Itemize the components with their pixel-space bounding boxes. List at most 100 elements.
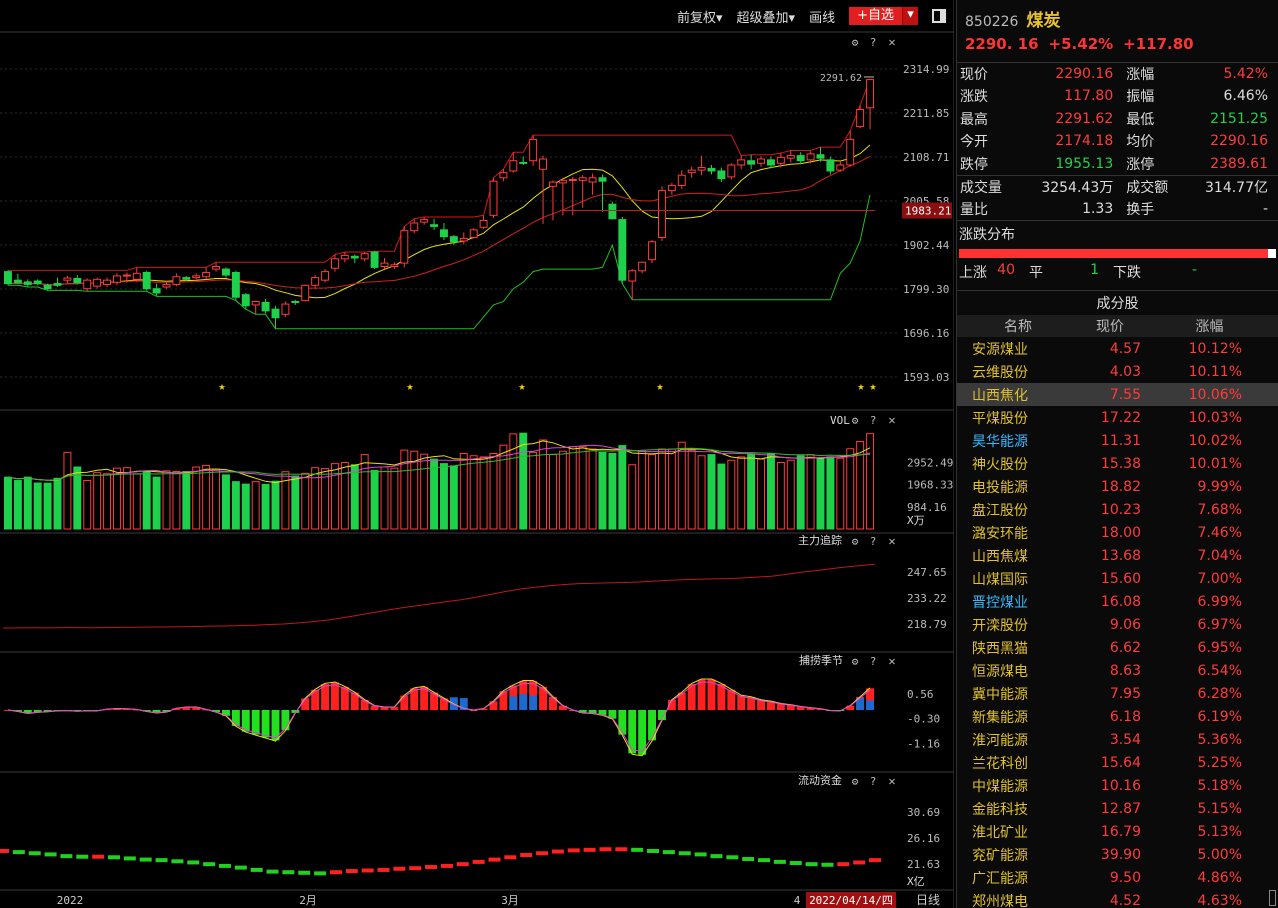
- col-price[interactable]: 现价: [1079, 315, 1141, 337]
- distribution-counts: 上涨 40 平 1 下跌 -: [957, 260, 1278, 284]
- adjust-menu[interactable]: 前复权▾: [677, 7, 723, 26]
- stock-name[interactable]: 新集能源: [957, 705, 1079, 728]
- candle-body: [311, 277, 320, 286]
- stock-name[interactable]: 陕西黑猫: [957, 636, 1079, 659]
- stock-price: 15.64: [1100, 754, 1141, 771]
- component-row[interactable]: 金能科技 12.87 5.15%: [957, 797, 1278, 820]
- component-row[interactable]: 平煤股份 17.22 10.03%: [957, 406, 1278, 429]
- stock-name[interactable]: 山西焦煤: [957, 544, 1079, 567]
- component-row[interactable]: 云维股份 4.03 10.11%: [957, 360, 1278, 383]
- stock-name[interactable]: 中煤能源: [957, 774, 1079, 797]
- component-row[interactable]: 淮北矿业 16.79 5.13%: [957, 820, 1278, 843]
- season-bar: [281, 710, 290, 731]
- volume-bar: [707, 454, 716, 530]
- volume-bar: [83, 480, 92, 530]
- volume-bar: [578, 446, 587, 530]
- stock-name[interactable]: 电投能源: [957, 475, 1079, 498]
- stock-name[interactable]: 潞安环能: [957, 521, 1079, 544]
- layout-toggle-icon[interactable]: [932, 9, 946, 23]
- col-pct[interactable]: 涨幅: [1141, 315, 1278, 337]
- component-row[interactable]: 郑州煤电 4.52 4.63%: [957, 889, 1278, 908]
- stock-name[interactable]: 晋控煤业: [957, 590, 1079, 613]
- scrollbar[interactable]: [1269, 890, 1276, 906]
- fund-mark: [567, 848, 580, 853]
- candle-body: [737, 159, 746, 166]
- stock-name[interactable]: 恒源煤电: [957, 659, 1079, 682]
- component-row[interactable]: 山西焦化 7.55 10.06%: [957, 383, 1278, 406]
- candle-body: [628, 270, 637, 282]
- fund-mark: [710, 854, 723, 859]
- stock-price: 3.54: [1109, 731, 1141, 748]
- stock-name[interactable]: 云维股份: [957, 360, 1079, 383]
- overlay-menu[interactable]: 超级叠加▾: [737, 7, 796, 26]
- volume-bar: [717, 463, 726, 530]
- main-track-line: [2, 563, 876, 629]
- stock-pct: 7.46%: [1197, 524, 1242, 541]
- component-row[interactable]: 新集能源 6.18 6.19%: [957, 705, 1278, 728]
- component-row[interactable]: 山煤国际 15.60 7.00%: [957, 567, 1278, 590]
- component-row[interactable]: 安源煤业 4.57 10.12%: [957, 337, 1278, 360]
- volume-bar: [786, 459, 795, 530]
- quote-value: 2151.25: [1210, 110, 1268, 127]
- stock-name[interactable]: 山煤国际: [957, 567, 1079, 590]
- component-row[interactable]: 兰花科创 15.64 5.25%: [957, 751, 1278, 774]
- stock-name[interactable]: 盘江股份: [957, 498, 1079, 521]
- candle-body: [667, 184, 676, 192]
- fund-mark: [12, 850, 25, 855]
- stock-name[interactable]: 山西焦化: [957, 383, 1079, 406]
- stock-name[interactable]: 安源煤业: [957, 337, 1079, 360]
- component-row[interactable]: 山西焦煤 13.68 7.04%: [957, 544, 1278, 567]
- fund-mark: [488, 857, 501, 862]
- component-row[interactable]: 恒源煤电 8.63 6.54%: [957, 659, 1278, 682]
- fund-mark: [234, 865, 247, 870]
- stock-name[interactable]: 昊华能源: [957, 429, 1079, 452]
- volume-bar: [846, 448, 855, 530]
- stock-name[interactable]: 郑州煤电: [957, 889, 1079, 908]
- stock-name[interactable]: 神火股份: [957, 452, 1079, 475]
- season-bar: [628, 710, 637, 754]
- stock-name[interactable]: 淮北矿业: [957, 820, 1079, 843]
- component-row[interactable]: 昊华能源 11.31 10.02%: [957, 429, 1278, 452]
- stock-name[interactable]: 兖矿能源: [957, 843, 1079, 866]
- volume-bar: [519, 432, 528, 530]
- component-row[interactable]: 兖矿能源 39.90 5.00%: [957, 843, 1278, 866]
- y-tick-label: 2211.85: [903, 107, 949, 120]
- stock-name[interactable]: 平煤股份: [957, 406, 1079, 429]
- season-title: 捕捞季节: [799, 653, 843, 667]
- stock-name[interactable]: 淮河能源: [957, 728, 1079, 751]
- stock-name[interactable]: 兰花科创: [957, 751, 1079, 774]
- stock-name[interactable]: 冀中能源: [957, 682, 1079, 705]
- component-row[interactable]: 中煤能源 10.16 5.18%: [957, 774, 1278, 797]
- component-row[interactable]: 淮河能源 3.54 5.36%: [957, 728, 1278, 751]
- col-name[interactable]: 名称: [957, 315, 1079, 337]
- fund-mark: [869, 858, 881, 863]
- volume-bar: [103, 473, 112, 530]
- stock-name[interactable]: 开滦股份: [957, 613, 1079, 636]
- favorite-dropdown[interactable]: ▾: [902, 7, 918, 25]
- fund-mark: [282, 870, 295, 875]
- volume-bar: [737, 456, 746, 530]
- candle-body: [638, 261, 647, 272]
- stock-name[interactable]: 金能科技: [957, 797, 1079, 820]
- component-row[interactable]: 开滦股份 9.06 6.97%: [957, 613, 1278, 636]
- volume-bar: [420, 453, 429, 530]
- component-row[interactable]: 晋控煤业 16.08 6.99%: [957, 590, 1278, 613]
- add-favorite-button[interactable]: +自选: [849, 7, 902, 25]
- component-row[interactable]: 电投能源 18.82 9.99%: [957, 475, 1278, 498]
- chart-area[interactable]: ⚙? ✕⚙? ✕⚙? ✕⚙? ✕⚙? ✕2314.992211.852108.712005…: [0, 0, 954, 908]
- quote-value: 2290.16: [1055, 66, 1114, 82]
- y-tick-label: 2314.99: [903, 63, 949, 76]
- stock-price: 9.50: [1109, 869, 1141, 886]
- draw-button[interactable]: 画线: [809, 7, 835, 26]
- stock-name[interactable]: 广汇能源: [957, 866, 1079, 889]
- fund-mark: [662, 850, 675, 855]
- candle-body: [410, 222, 419, 232]
- component-row[interactable]: 陕西黑猫 6.62 6.95%: [957, 636, 1278, 659]
- component-row[interactable]: 广汇能源 9.50 4.86%: [957, 866, 1278, 889]
- component-row[interactable]: 潞安环能 18.00 7.46%: [957, 521, 1278, 544]
- fund-mark: [266, 869, 279, 874]
- component-row[interactable]: 神火股份 15.38 10.01%: [957, 452, 1278, 475]
- components-table[interactable]: 名称 现价 涨幅 安源煤业 4.57 10.12% 云维股份 4.03 10.11% 山西焦…: [957, 315, 1278, 908]
- component-row[interactable]: 盘江股份 10.23 7.68%: [957, 498, 1278, 521]
- component-row[interactable]: 冀中能源 7.95 6.28%: [957, 682, 1278, 705]
